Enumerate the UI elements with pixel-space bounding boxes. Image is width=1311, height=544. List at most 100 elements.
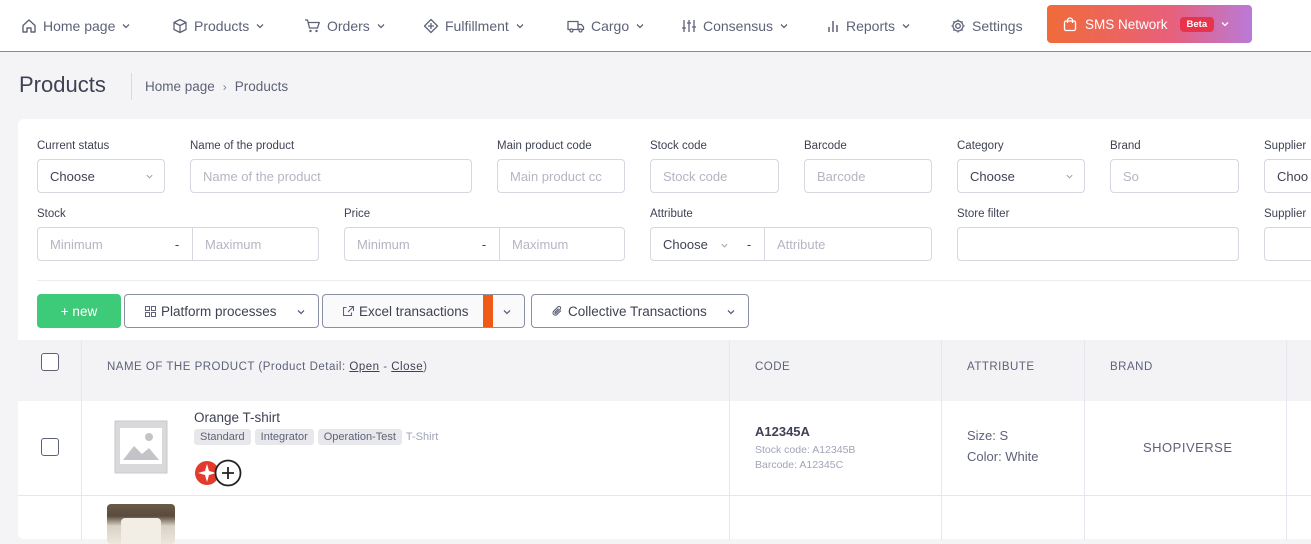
- fulfillment-icon: [423, 18, 439, 34]
- collective-transactions-label: Collective Transactions: [568, 303, 707, 319]
- nav-settings[interactable]: Settings: [950, 0, 1023, 52]
- paperclip-icon: [552, 305, 562, 316]
- header-brand: BRAND: [1110, 361, 1153, 373]
- brand-input[interactable]: So: [1110, 159, 1239, 193]
- column-divider: [1084, 340, 1085, 540]
- column-divider: [941, 340, 942, 540]
- chevron-down-icon: [1066, 174, 1073, 179]
- nav-products-label: Products: [194, 18, 250, 34]
- nav-cargo[interactable]: Cargo: [567, 0, 645, 52]
- nav-home[interactable]: Home page: [21, 0, 131, 52]
- add-circle-icon[interactable]: [214, 459, 242, 487]
- cart-icon: [305, 19, 320, 33]
- chevron-down-icon: [503, 310, 511, 315]
- supplier-value: Choo: [1277, 168, 1309, 184]
- chevron-down-icon: [780, 24, 788, 29]
- tag-standard: Standard: [194, 429, 251, 445]
- nav-reports[interactable]: Reports: [826, 0, 911, 52]
- product-thumbnail[interactable]: [107, 504, 175, 544]
- image-placeholder-icon: [114, 420, 168, 474]
- stock-min-input[interactable]: Minimum: [37, 227, 164, 261]
- price-min-input[interactable]: Minimum: [344, 227, 471, 261]
- product-barcode: Barcode: A12345C: [755, 459, 844, 471]
- sms-network-button[interactable]: SMS Network Beta: [1047, 5, 1252, 43]
- chevron-down-icon: [516, 24, 524, 29]
- title-divider: [131, 73, 132, 100]
- current-status-value: Choose: [50, 168, 95, 184]
- shopping-bag-icon: [1063, 16, 1077, 31]
- tag-operation-test: Operation-Test: [317, 429, 402, 445]
- product-name-input[interactable]: Name of the product: [190, 159, 472, 193]
- product-stock-code: Stock code: A12345B: [755, 444, 856, 456]
- product-detail-open-link[interactable]: Open: [349, 361, 379, 373]
- excel-transactions-button[interactable]: Excel transactions: [322, 294, 525, 328]
- row-checkbox[interactable]: [41, 438, 59, 456]
- attribute-label: Attribute: [650, 208, 693, 220]
- sliders-icon: [682, 20, 696, 32]
- breadcrumb-products: Products: [234, 79, 289, 94]
- chevron-down-icon: [122, 24, 130, 29]
- attribute-select[interactable]: Choose: [650, 227, 736, 261]
- table-header: NAME OF THE PRODUCT (Product Detail: Ope…: [18, 340, 1311, 401]
- category-value: Choose: [970, 168, 1015, 184]
- price-label: Price: [344, 208, 371, 220]
- nav-consensus[interactable]: Consensus: [681, 0, 789, 52]
- main-code-input[interactable]: Main product cc: [497, 159, 625, 193]
- chevron-down-icon: [146, 174, 153, 179]
- nav-settings-label: Settings: [972, 18, 1023, 34]
- product-type: T-Shirt: [405, 431, 439, 443]
- barcode-label: Barcode: [804, 140, 847, 152]
- stock-max-input[interactable]: Maximum: [192, 227, 319, 261]
- chevron-down-icon: [377, 24, 385, 29]
- external-link-icon: [343, 305, 354, 316]
- product-name-link[interactable]: Orange T-shirt: [194, 410, 280, 425]
- header-paren: ): [423, 361, 428, 373]
- attribute-color: Color: White: [967, 449, 1039, 464]
- breadcrumb-separator-icon: ›: [222, 79, 227, 94]
- header-product-name-text: NAME OF THE PRODUCT (Product Detail:: [107, 361, 350, 373]
- store-filter-input[interactable]: [957, 227, 1239, 261]
- nav-products[interactable]: Products: [172, 0, 265, 52]
- current-status-select[interactable]: Choose: [37, 159, 165, 193]
- nav-fulfillment-label: Fulfillment: [445, 18, 509, 34]
- nav-fulfillment[interactable]: Fulfillment: [423, 0, 525, 52]
- stock-label: Stock: [37, 208, 66, 220]
- supplier-select[interactable]: Choo: [1264, 159, 1311, 193]
- select-all-checkbox[interactable]: [41, 353, 59, 371]
- chevron-down-icon: [256, 24, 264, 29]
- collective-transactions-button[interactable]: Collective Transactions: [531, 294, 749, 328]
- top-navigation: Home page Products Orders Fulfillment Ca…: [0, 0, 1311, 52]
- attribute-input[interactable]: Attribute: [764, 227, 932, 261]
- current-status-label: Current status: [37, 140, 110, 152]
- breadcrumb-home[interactable]: Home page: [145, 79, 215, 94]
- chevron-down-icon: [721, 243, 728, 248]
- barcode-input[interactable]: Barcode: [804, 159, 932, 193]
- header-product-name: NAME OF THE PRODUCT (Product Detail: Ope…: [107, 361, 428, 373]
- nav-reports-label: Reports: [846, 18, 896, 34]
- price-max-input[interactable]: Maximum: [499, 227, 625, 261]
- product-tags: Standard Integrator Operation-Test T-Shi…: [194, 429, 438, 445]
- nav-home-label: Home page: [43, 18, 116, 34]
- stock-code-label: Stock code: [650, 140, 707, 152]
- nav-orders[interactable]: Orders: [304, 0, 386, 52]
- supplier2-input[interactable]: [1264, 227, 1311, 261]
- breadcrumb: Home page › Products: [145, 79, 288, 94]
- row-divider: [18, 495, 1311, 496]
- nav-cargo-label: Cargo: [591, 18, 630, 34]
- attribute-dash: -: [734, 227, 764, 261]
- product-code: A12345A: [755, 424, 810, 439]
- bar-chart-icon: [828, 21, 838, 32]
- home-icon: [22, 19, 36, 33]
- platform-processes-button[interactable]: Platform processes: [124, 294, 319, 328]
- new-product-button[interactable]: + new: [37, 294, 121, 328]
- stock-code-input[interactable]: Stock code: [650, 159, 779, 193]
- header-code: CODE: [755, 361, 791, 373]
- supplier-label: Supplier: [1264, 140, 1307, 152]
- platform-processes-label: Platform processes: [161, 303, 277, 319]
- chevron-down-icon: [902, 24, 910, 29]
- box-icon: [173, 18, 187, 34]
- category-select[interactable]: Choose: [957, 159, 1085, 193]
- product-name-label: Name of the product: [190, 140, 295, 152]
- product-detail-close-link[interactable]: Close: [391, 361, 423, 373]
- gear-icon: [951, 19, 965, 33]
